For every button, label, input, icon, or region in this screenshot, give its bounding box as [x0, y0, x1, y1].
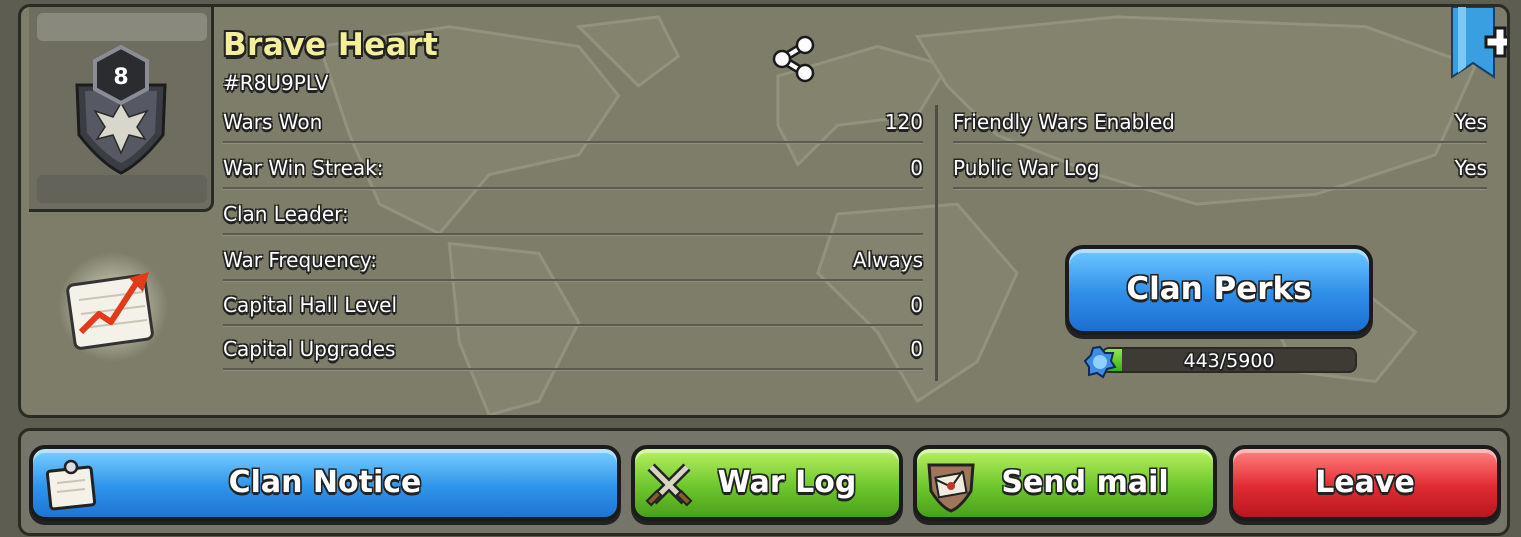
- stat-label: Capital Hall Level: [223, 293, 398, 317]
- stat-value: Yes: [1454, 156, 1487, 180]
- stat-label: War Win Streak:: [223, 156, 384, 180]
- bookmark-ribbon-icon[interactable]: [1446, 7, 1510, 85]
- send-mail-label: Send mail: [1001, 465, 1169, 500]
- gem-icon: [1083, 345, 1117, 379]
- stat-label: Wars Won: [223, 110, 323, 134]
- clan-xp-progress-bar: 443/5900: [1101, 347, 1357, 373]
- share-icon[interactable]: [771, 35, 817, 83]
- stat-value: 0: [910, 293, 923, 317]
- stat-row-war-win-streak: War Win Streak: 0: [223, 149, 923, 189]
- clan-info-panel: 8 Brave Heart #R8U9PLV Wars Won 120 War …: [18, 4, 1510, 418]
- clan-badge-box: 8: [29, 7, 214, 212]
- stat-value: 0: [910, 156, 923, 180]
- stat-row-public-war-log: Public War Log Yes: [953, 149, 1487, 189]
- stat-row-friendly-wars: Friendly Wars Enabled Yes: [953, 103, 1487, 143]
- clan-level-text: 8: [113, 65, 128, 90]
- stat-value: 0: [910, 337, 923, 361]
- progress-text: 443/5900: [1183, 350, 1275, 372]
- clan-name: Brave Heart: [223, 27, 439, 63]
- clan-badge-icon: 8: [75, 45, 167, 175]
- stats-chart-icon: [58, 252, 168, 362]
- clan-notice-label: Clan Notice: [228, 465, 422, 500]
- badge-bottom-bar: [37, 175, 207, 203]
- stat-value: 120: [884, 110, 923, 134]
- stat-value: Yes: [1454, 110, 1487, 134]
- stat-row-capital-upgrades: Capital Upgrades 0: [223, 330, 923, 370]
- stat-label: Clan Leader:: [223, 202, 349, 226]
- badge-top-bar: [37, 13, 207, 41]
- clan-perks-button[interactable]: Clan Perks: [1065, 245, 1373, 335]
- stat-value: Always: [852, 248, 923, 272]
- war-log-button[interactable]: War Log: [631, 445, 903, 521]
- clan-perks-label: Clan Perks: [1126, 271, 1312, 307]
- stat-row-war-frequency: War Frequency: Always: [223, 241, 923, 281]
- clan-notice-button[interactable]: Clan Notice: [29, 445, 621, 521]
- clan-tag: #R8U9PLV: [223, 71, 329, 95]
- stat-label: Capital Upgrades: [223, 337, 396, 361]
- stat-row-capital-hall-level: Capital Hall Level 0: [223, 286, 923, 326]
- stat-label: Friendly Wars Enabled: [953, 110, 1175, 134]
- action-toolbar: Clan Notice War Log Send mail Leave: [18, 428, 1510, 536]
- stat-row-wars-won: Wars Won 120: [223, 103, 923, 143]
- column-divider: [935, 105, 938, 381]
- stat-label: Public War Log: [953, 156, 1100, 180]
- stat-row-clan-leader: Clan Leader:: [223, 195, 923, 235]
- stat-label: War Frequency:: [223, 248, 377, 272]
- leave-button[interactable]: Leave: [1229, 445, 1501, 521]
- war-log-label: War Log: [717, 465, 857, 500]
- leave-label: Leave: [1315, 465, 1415, 500]
- send-mail-button[interactable]: Send mail: [913, 445, 1217, 521]
